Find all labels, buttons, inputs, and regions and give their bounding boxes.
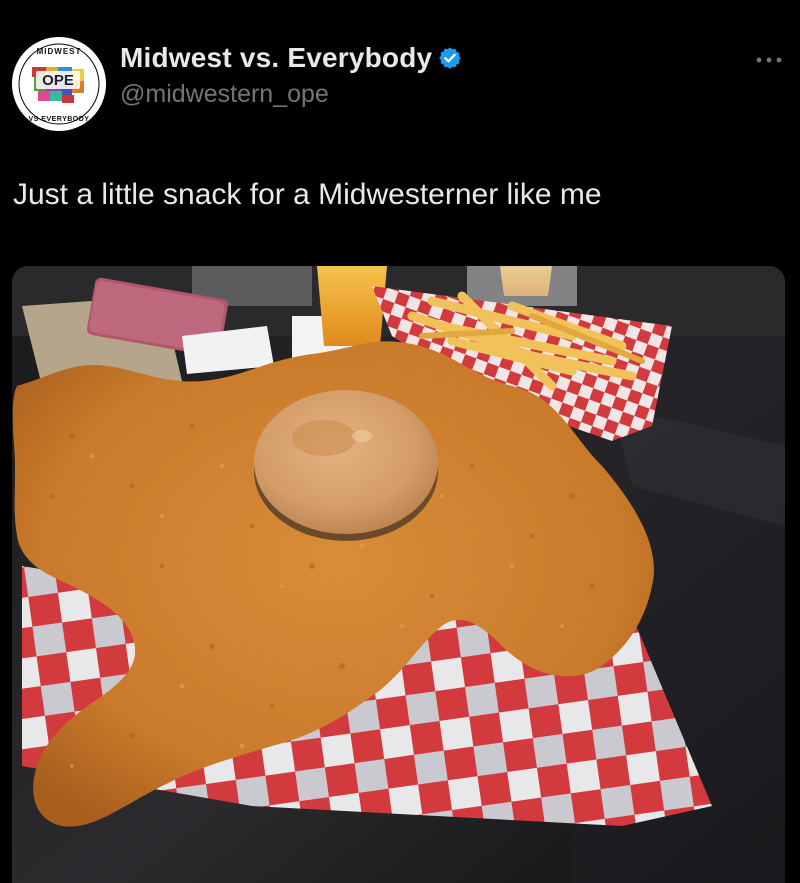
avatar-top-text: MIDWEST — [37, 47, 82, 56]
post-image[interactable] — [12, 266, 785, 883]
author-names: Midwest vs. Everybody @midwestern_ope — [120, 42, 462, 109]
verified-badge-icon — [438, 46, 462, 70]
post-text: Just a little snack for a Midwesterner l… — [13, 178, 602, 211]
display-name[interactable]: Midwest vs. Everybody — [120, 42, 432, 74]
more-dots-icon[interactable] — [756, 46, 782, 68]
ope-logo: OPE MIDWEST VS EVERYBODY — [12, 37, 106, 131]
avatar[interactable]: OPE MIDWEST VS EVERYBODY — [12, 37, 106, 131]
avatar-center-text: OPE — [42, 72, 74, 89]
tweet: OPE MIDWEST VS EVERYBODY Midwest vs. Eve… — [0, 0, 800, 883]
handle[interactable]: @midwestern_ope — [120, 80, 462, 109]
avatar-bottom-text: VS EVERYBODY — [29, 116, 90, 123]
